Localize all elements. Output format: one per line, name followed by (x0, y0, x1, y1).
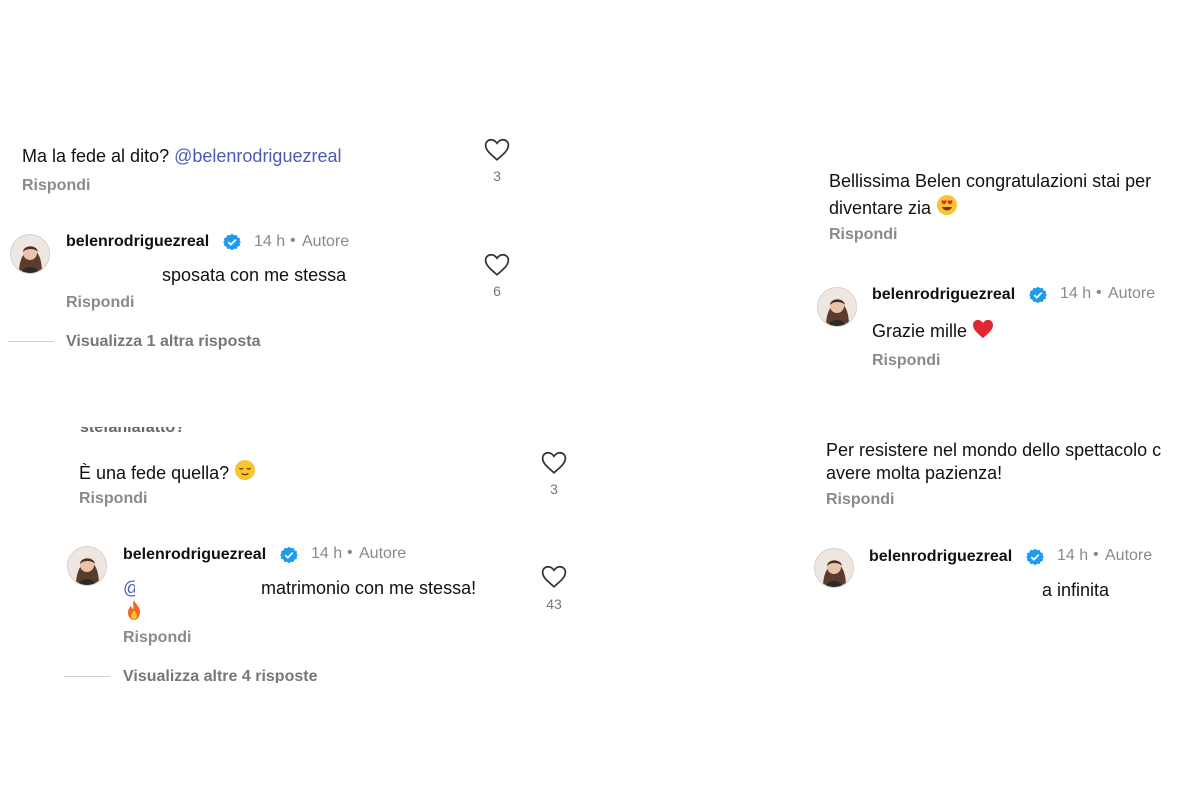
like-heart-icon[interactable] (484, 138, 510, 162)
reply-button[interactable]: Rispondi (22, 177, 90, 195)
comment-text: Ma la fede al dito? @belenrodriguezreal (22, 146, 342, 166)
meta-separator: • (1096, 284, 1102, 301)
red-heart-emoji (972, 319, 994, 344)
reply-username[interactable]: belenrodriguezreal (66, 233, 209, 251)
reply-text: sposata con me stessa (162, 265, 347, 285)
comment-text-line2: avere molta pazienza! (826, 463, 1003, 483)
reply-button[interactable]: Rispondi (66, 294, 134, 312)
mention-link[interactable]: @belenrodriguezreal (174, 146, 341, 166)
reply-username[interactable]: belenrodriguezreal (872, 286, 1015, 304)
heart-eyes-emoji (936, 194, 958, 221)
thread-line (64, 676, 110, 677)
author-tag: Autore (1108, 285, 1156, 302)
fire-emoji (124, 599, 144, 626)
verified-badge-icon (280, 546, 298, 564)
verified-badge-icon (223, 233, 241, 251)
avatar[interactable] (814, 548, 854, 588)
reply-text: Grazie mille (872, 319, 994, 344)
reply-time: 14 h (311, 545, 343, 562)
mention-link[interactable]: @ (123, 578, 135, 599)
like-heart-icon[interactable] (484, 253, 510, 277)
view-more-replies[interactable]: Visualizza altre 4 risposte (123, 668, 317, 683)
avatar[interactable] (10, 234, 50, 274)
reply-time: 14 h (254, 233, 286, 250)
reply-username[interactable]: belenrodriguezreal (123, 546, 266, 564)
like-count: 6 (493, 283, 501, 299)
meta-separator: • (347, 544, 353, 561)
relieved-face-emoji (234, 459, 256, 486)
like-count: 3 (493, 168, 501, 184)
reply-button[interactable]: Rispondi (872, 352, 940, 370)
reply-time: 14 h (1057, 547, 1089, 564)
meta-separator: • (1093, 546, 1099, 563)
like-heart-icon[interactable] (541, 451, 567, 475)
like-heart-icon[interactable] (541, 565, 567, 589)
author-tag: Autore (359, 545, 407, 562)
comment-text-line1: Per resistere nel mondo dello spettacolo… (826, 440, 1162, 460)
like-count: 43 (546, 596, 562, 612)
verified-badge-icon (1026, 548, 1044, 566)
avatar[interactable] (67, 546, 107, 586)
author-tag: Autore (1105, 547, 1153, 564)
verified-badge-icon (1029, 286, 1047, 304)
view-more-replies[interactable]: Visualizza 1 altra risposta (66, 333, 260, 351)
reply-button[interactable]: Rispondi (826, 491, 894, 509)
comment-text-line2: diventare zia (829, 194, 958, 221)
reply-username[interactable]: belenrodriguezreal (869, 548, 1012, 566)
reply-button[interactable]: Rispondi (123, 629, 191, 647)
reply-time: 14 h (1060, 285, 1092, 302)
reply-text: matrimonio con me stessa! (261, 578, 477, 598)
cropped-username: stefaniafatto? (80, 427, 185, 435)
reply-text: a infinita (1042, 580, 1110, 600)
avatar[interactable] (817, 287, 857, 327)
thread-line (8, 341, 54, 342)
reply-button[interactable]: Rispondi (829, 226, 897, 244)
reply-button[interactable]: Rispondi (79, 490, 147, 508)
comment-text-line1: Bellissima Belen congratulazioni stai pe… (829, 171, 1152, 191)
author-tag: Autore (302, 233, 350, 250)
meta-separator: • (290, 232, 296, 249)
view-more-clip: Visualizza altre 4 risposte (123, 668, 317, 683)
comment-text: È una fede quella? (79, 459, 256, 486)
like-count: 3 (550, 481, 558, 497)
